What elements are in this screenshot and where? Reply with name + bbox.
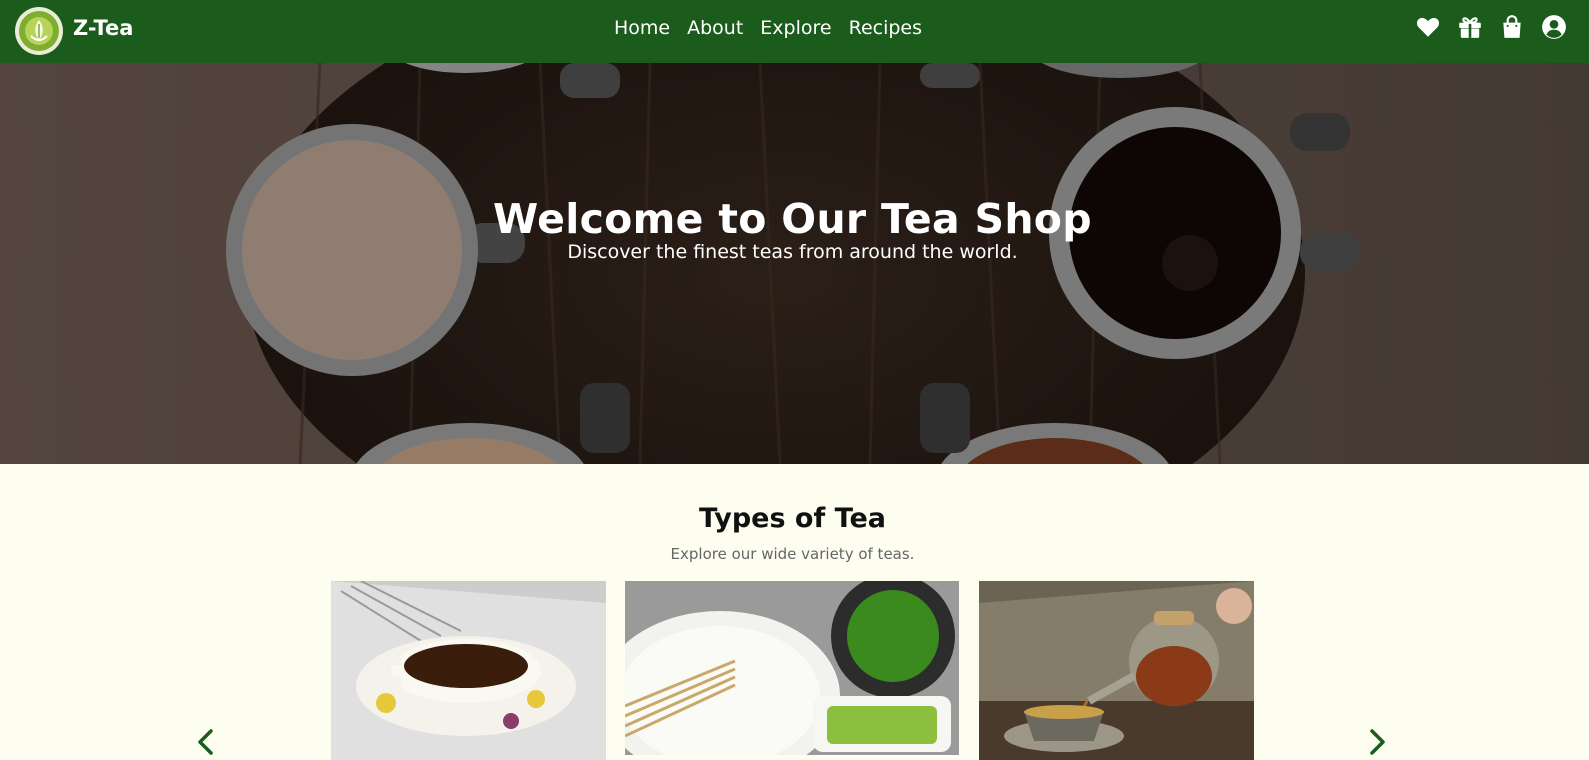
black-tea-cup-image [331,581,606,760]
hero-background-image [0,63,1589,464]
nav-icons [1415,14,1567,40]
hero-banner: Welcome to Our Tea Shop Discover the fin… [0,63,1589,464]
brand-name[interactable]: Z-Tea [73,16,133,40]
nav-link-recipes[interactable]: Recipes [849,17,922,39]
shopping-bag-icon[interactable] [1499,14,1525,40]
types-section-title: Types of Tea [699,503,886,534]
types-section-subtitle: Explore our wide variety of teas. [670,545,915,563]
tea-cup-logo-icon[interactable] [14,6,64,56]
hero-title: Welcome to Our Tea Shop [493,195,1092,243]
nav-link-explore[interactable]: Explore [760,17,831,39]
nav-link-about[interactable]: About [687,17,743,39]
main-nav: Home About Explore Recipes [614,17,922,39]
hero-subtitle: Discover the finest teas from around the… [567,241,1018,263]
nav-link-home[interactable]: Home [614,17,670,39]
tea-card-1[interactable] [331,581,606,760]
gift-icon[interactable] [1457,14,1483,40]
chevron-left-icon[interactable] [196,728,214,756]
tea-card-3[interactable] [979,581,1254,760]
teapot-pouring-image [979,581,1254,760]
user-circle-icon[interactable] [1541,14,1567,40]
heart-icon[interactable] [1415,14,1441,40]
matcha-tea-image [625,581,959,755]
chevron-right-icon[interactable] [1369,728,1387,756]
tea-card-2[interactable] [625,581,959,755]
navbar: Z-Tea Home About Explore Recipes [0,0,1589,63]
